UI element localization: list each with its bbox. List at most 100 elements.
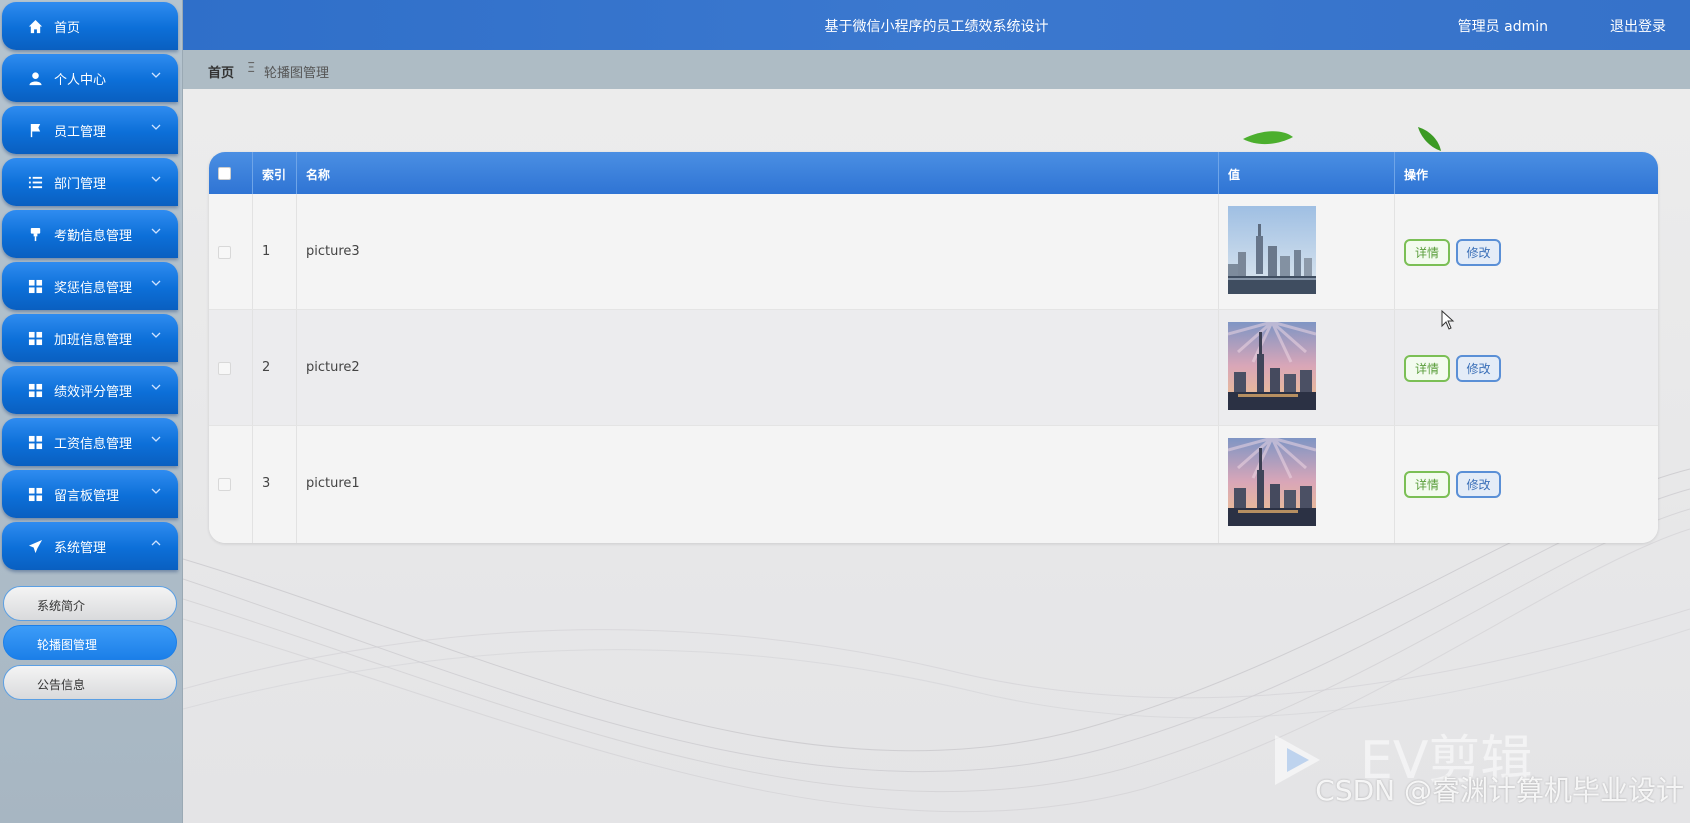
row-index: 2 xyxy=(262,360,271,375)
sidebar-subitem-carousel[interactable]: 轮播图管理 xyxy=(3,625,177,660)
thumbnail-image[interactable] xyxy=(1228,438,1316,526)
sidebar-item-home[interactable]: 首页 xyxy=(2,2,178,50)
detail-button[interactable]: 详情 xyxy=(1404,355,1450,382)
home-icon xyxy=(28,19,43,34)
sidebar-item-overtime[interactable]: 加班信息管理 xyxy=(2,314,178,362)
carousel-table: 索引 名称 值 操作 1 picture3 详情 修改 2 picture2 详… xyxy=(209,152,1658,543)
user-icon xyxy=(29,72,42,86)
edit-button[interactable]: 修改 xyxy=(1456,355,1501,382)
column-header-label: 值 xyxy=(1228,168,1241,182)
grid-icon xyxy=(28,383,43,398)
sidebar-item-label: 奖惩信息管理 xyxy=(54,281,133,296)
edit-button[interactable]: 修改 xyxy=(1456,471,1501,498)
sidebar-item-label: 个人中心 xyxy=(54,73,107,88)
row-checkbox[interactable] xyxy=(218,478,231,491)
chevron-down-icon xyxy=(151,384,161,390)
column-header-label: 名称 xyxy=(306,168,331,182)
chevron-down-icon xyxy=(151,280,161,286)
chevron-down-icon xyxy=(151,228,161,234)
sidebar: 首页 个人中心 员工管理 部门管理 考勤信息管理 奖惩信息管理 加班信息管理 绩… xyxy=(0,0,183,823)
sidebar-item-employee[interactable]: 员工管理 xyxy=(2,106,178,154)
grid-icon xyxy=(28,279,43,294)
row-index: 3 xyxy=(262,476,271,491)
sidebar-subitem-label: 公告信息 xyxy=(37,678,86,692)
breadcrumb-home[interactable]: 首页 xyxy=(208,62,234,81)
sidebar-item-label: 系统管理 xyxy=(54,541,107,556)
chevron-down-icon xyxy=(151,488,161,494)
breadcrumb-current: 轮播图管理 xyxy=(264,66,330,81)
row-checkbox[interactable] xyxy=(218,362,231,375)
table-header: 索引 名称 值 操作 xyxy=(209,152,1658,194)
logout-link[interactable]: 退出登录 xyxy=(1610,16,1666,36)
index-cell: 1 xyxy=(253,194,297,309)
watermark-credit: CSDN @睿渊计算机毕业设计 xyxy=(1315,774,1684,807)
detail-button[interactable]: 详情 xyxy=(1404,471,1450,498)
select-cell xyxy=(209,194,253,309)
sidebar-item-label: 考勤信息管理 xyxy=(54,229,133,244)
column-header-name: 名称 xyxy=(297,152,1219,194)
flag-icon xyxy=(30,123,41,138)
detail-button[interactable]: 详情 xyxy=(1404,239,1450,266)
current-user: 管理员 admin xyxy=(1457,19,1548,35)
sidebar-item-message-board[interactable]: 留言板管理 xyxy=(2,470,178,518)
sidebar-subitem-label: 轮播图管理 xyxy=(37,638,98,652)
sidebar-item-label: 首页 xyxy=(54,21,81,36)
index-cell: 3 xyxy=(253,426,297,543)
name-cell: picture3 xyxy=(297,194,1219,309)
value-cell xyxy=(1219,310,1395,425)
table-row: 3 picture1 详情 修改 xyxy=(209,426,1658,543)
sidebar-item-label: 工资信息管理 xyxy=(54,437,133,452)
top-header: 基于微信小程序的员工绩效系统设计 管理员 admin 退出登录 xyxy=(183,0,1690,50)
pin-icon xyxy=(30,227,41,242)
sidebar-item-salary[interactable]: 工资信息管理 xyxy=(2,418,178,466)
thumbnail-image[interactable] xyxy=(1228,206,1316,294)
mouse-cursor-icon xyxy=(1441,310,1455,330)
chevron-up-icon xyxy=(151,540,161,546)
sidebar-item-label: 员工管理 xyxy=(54,125,107,140)
row-name: picture2 xyxy=(306,360,360,375)
column-header-actions: 操作 xyxy=(1395,152,1658,194)
name-cell: picture1 xyxy=(297,426,1219,543)
grid-icon xyxy=(28,487,43,502)
index-cell: 2 xyxy=(253,310,297,425)
actions-cell: 详情 修改 xyxy=(1395,426,1658,543)
sidebar-item-personal-center[interactable]: 个人中心 xyxy=(2,54,178,102)
value-cell xyxy=(1219,194,1395,309)
name-cell: picture2 xyxy=(297,310,1219,425)
sidebar-subitem-label: 系统简介 xyxy=(37,599,86,613)
sidebar-item-label: 加班信息管理 xyxy=(54,333,133,348)
row-checkbox[interactable] xyxy=(218,246,231,259)
select-cell xyxy=(209,310,253,425)
column-header-label: 索引 xyxy=(262,168,287,182)
sidebar-item-system[interactable]: 系统管理 xyxy=(2,522,178,570)
column-header-index: 索引 xyxy=(253,152,297,194)
list-icon xyxy=(28,176,43,189)
thumbnail-image[interactable] xyxy=(1228,322,1316,410)
table-row: 1 picture3 详情 修改 xyxy=(209,194,1658,310)
sidebar-item-label: 留言板管理 xyxy=(54,489,120,504)
chevron-down-icon xyxy=(151,72,161,78)
sidebar-item-department[interactable]: 部门管理 xyxy=(2,158,178,206)
edit-button[interactable]: 修改 xyxy=(1456,239,1501,266)
select-cell xyxy=(209,426,253,543)
sidebar-item-label: 绩效评分管理 xyxy=(54,385,133,400)
chevron-down-icon xyxy=(151,332,161,338)
grid-icon xyxy=(28,331,43,346)
sidebar-item-label: 部门管理 xyxy=(54,177,107,192)
sidebar-subitem-announcement[interactable]: 公告信息 xyxy=(3,665,177,700)
send-icon xyxy=(28,539,43,554)
select-all-checkbox[interactable] xyxy=(218,167,231,180)
chevron-down-icon xyxy=(151,124,161,130)
chevron-down-icon xyxy=(151,176,161,182)
column-header-label: 操作 xyxy=(1404,168,1429,182)
row-name: picture1 xyxy=(306,476,360,491)
row-name: picture3 xyxy=(306,244,360,259)
actions-cell: 详情 修改 xyxy=(1395,194,1658,309)
actions-cell: 详情 修改 xyxy=(1395,310,1658,425)
chevron-down-icon xyxy=(151,436,161,442)
sidebar-item-reward-punish[interactable]: 奖惩信息管理 xyxy=(2,262,178,310)
sidebar-item-performance[interactable]: 绩效评分管理 xyxy=(2,366,178,414)
sidebar-subitem-system-intro[interactable]: 系统简介 xyxy=(3,586,177,621)
column-select xyxy=(209,152,253,194)
sidebar-item-attendance[interactable]: 考勤信息管理 xyxy=(2,210,178,258)
